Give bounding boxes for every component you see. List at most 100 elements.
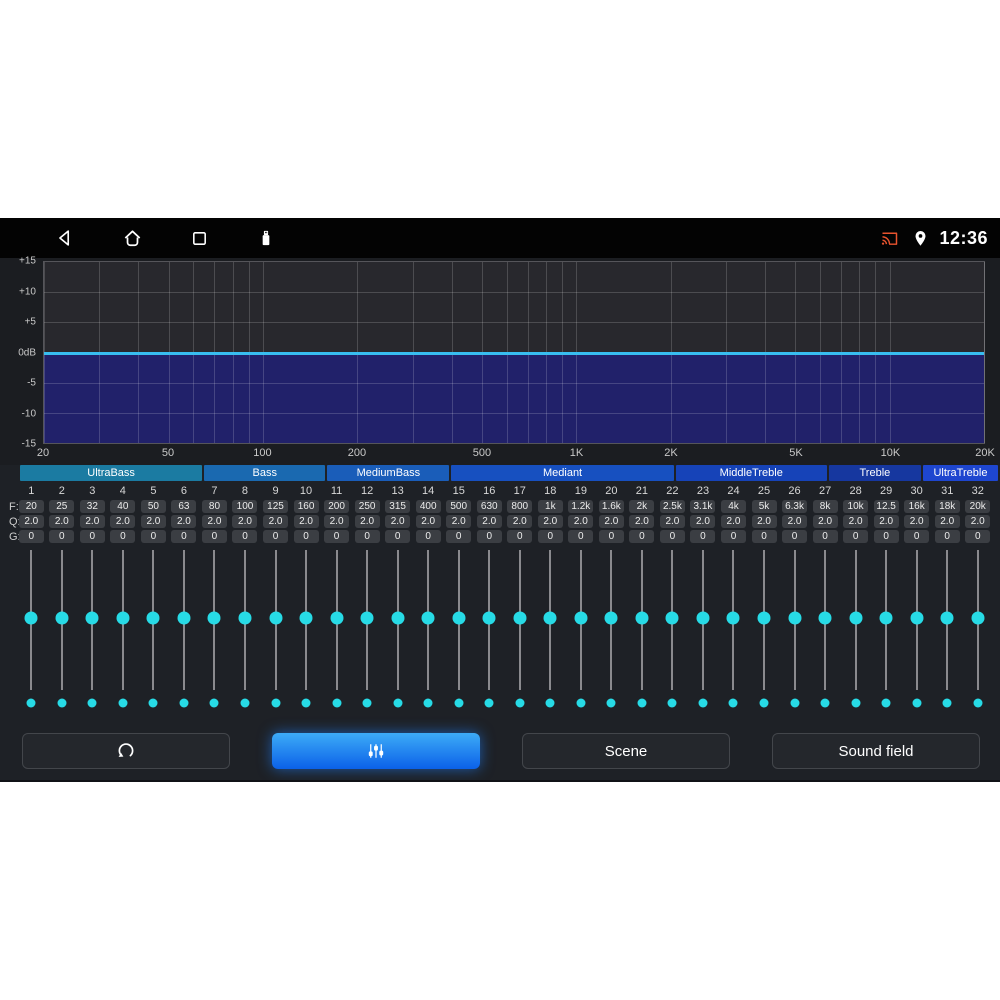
slider-knob[interactable] [818, 611, 832, 625]
slider-knob[interactable] [879, 611, 893, 625]
band-q-value[interactable]: 2.0 [629, 515, 655, 528]
slider-knob[interactable] [543, 611, 557, 625]
slider-knob[interactable] [24, 611, 38, 625]
slider-knob[interactable] [696, 611, 710, 625]
slider-knob[interactable] [391, 611, 405, 625]
band-gain-slider[interactable] [779, 548, 810, 713]
band-gain-slider[interactable] [566, 548, 597, 713]
slider-knob[interactable] [146, 611, 160, 625]
band-q-value[interactable]: 2.0 [568, 515, 594, 528]
band-gain-slider[interactable] [321, 548, 352, 713]
band-g-value[interactable]: 0 [140, 530, 166, 543]
band-group-tab[interactable]: MiddleTreble [675, 465, 827, 481]
band-gain-slider[interactable] [108, 548, 139, 713]
band-q-value[interactable]: 2.0 [415, 515, 441, 528]
band-f-value[interactable]: 100 [232, 500, 258, 513]
slider-knob[interactable] [574, 611, 588, 625]
band-f-value[interactable]: 63 [171, 500, 197, 513]
slider-knob[interactable] [665, 611, 679, 625]
band-g-value[interactable]: 0 [201, 530, 227, 543]
band-f-value[interactable]: 10k [843, 500, 869, 513]
band-f-value[interactable]: 2.5k [659, 500, 685, 513]
band-f-value[interactable]: 3.1k [690, 500, 716, 513]
slider-knob[interactable] [513, 611, 527, 625]
band-q-value[interactable]: 2.0 [537, 515, 563, 528]
sound-field-button[interactable]: Sound field [772, 733, 980, 769]
band-gain-slider[interactable] [77, 548, 108, 713]
band-f-value[interactable]: 4k [720, 500, 746, 513]
band-f-value[interactable]: 8k [812, 500, 838, 513]
slider-knob[interactable] [452, 611, 466, 625]
band-gain-slider[interactable] [718, 548, 749, 713]
band-q-value[interactable]: 2.0 [476, 515, 502, 528]
band-g-value[interactable]: 0 [659, 530, 685, 543]
band-g-value[interactable]: 0 [293, 530, 319, 543]
equalizer-button[interactable] [272, 733, 480, 769]
band-f-value[interactable]: 20 [18, 500, 44, 513]
band-q-value[interactable]: 2.0 [507, 515, 533, 528]
band-gain-slider[interactable] [199, 548, 230, 713]
slider-knob[interactable] [116, 611, 130, 625]
band-q-value[interactable]: 2.0 [79, 515, 105, 528]
band-gain-slider[interactable] [138, 548, 169, 713]
band-f-value[interactable]: 125 [263, 500, 289, 513]
slider-knob[interactable] [482, 611, 496, 625]
band-q-value[interactable]: 2.0 [873, 515, 899, 528]
band-g-value[interactable]: 0 [263, 530, 289, 543]
band-g-value[interactable]: 0 [904, 530, 930, 543]
band-f-value[interactable]: 32 [79, 500, 105, 513]
band-g-value[interactable]: 0 [843, 530, 869, 543]
band-q-value[interactable]: 2.0 [110, 515, 136, 528]
band-g-value[interactable]: 0 [507, 530, 533, 543]
band-q-value[interactable]: 2.0 [720, 515, 746, 528]
band-gain-slider[interactable] [932, 548, 963, 713]
band-g-value[interactable]: 0 [720, 530, 746, 543]
band-q-value[interactable]: 2.0 [232, 515, 258, 528]
band-g-value[interactable]: 0 [568, 530, 594, 543]
slider-knob[interactable] [788, 611, 802, 625]
band-group-tab[interactable]: UltraBass [20, 465, 203, 481]
band-gain-slider[interactable] [16, 548, 47, 713]
band-gain-slider[interactable] [535, 548, 566, 713]
band-f-value[interactable]: 1k [537, 500, 563, 513]
band-gain-slider[interactable] [810, 548, 841, 713]
band-gain-slider[interactable] [688, 548, 719, 713]
slider-knob[interactable] [910, 611, 924, 625]
band-q-value[interactable]: 2.0 [49, 515, 75, 528]
band-g-value[interactable]: 0 [415, 530, 441, 543]
band-f-value[interactable]: 400 [415, 500, 441, 513]
band-f-value[interactable]: 80 [201, 500, 227, 513]
band-g-value[interactable]: 0 [751, 530, 777, 543]
home-icon[interactable] [120, 226, 144, 250]
band-g-value[interactable]: 0 [232, 530, 258, 543]
slider-knob[interactable] [330, 611, 344, 625]
scene-button[interactable]: Scene [522, 733, 730, 769]
band-gain-slider[interactable] [657, 548, 688, 713]
band-f-value[interactable]: 800 [507, 500, 533, 513]
band-f-value[interactable]: 500 [446, 500, 472, 513]
band-g-value[interactable]: 0 [812, 530, 838, 543]
band-g-value[interactable]: 0 [537, 530, 563, 543]
band-q-value[interactable]: 2.0 [354, 515, 380, 528]
slider-knob[interactable] [604, 611, 618, 625]
band-q-value[interactable]: 2.0 [934, 515, 960, 528]
band-gain-slider[interactable] [352, 548, 383, 713]
band-f-value[interactable]: 20k [965, 500, 991, 513]
band-g-value[interactable]: 0 [171, 530, 197, 543]
slider-knob[interactable] [421, 611, 435, 625]
band-f-value[interactable]: 250 [354, 500, 380, 513]
band-f-value[interactable]: 5k [751, 500, 777, 513]
band-gain-slider[interactable] [901, 548, 932, 713]
band-f-value[interactable]: 16k [904, 500, 930, 513]
band-f-value[interactable]: 1.6k [598, 500, 624, 513]
slider-knob[interactable] [971, 611, 985, 625]
band-f-value[interactable]: 50 [140, 500, 166, 513]
band-f-value[interactable]: 200 [324, 500, 350, 513]
band-g-value[interactable]: 0 [934, 530, 960, 543]
band-gain-slider[interactable] [596, 548, 627, 713]
band-q-value[interactable]: 2.0 [843, 515, 869, 528]
recents-icon[interactable] [187, 226, 211, 250]
band-g-value[interactable]: 0 [476, 530, 502, 543]
band-g-value[interactable]: 0 [324, 530, 350, 543]
band-g-value[interactable]: 0 [18, 530, 44, 543]
